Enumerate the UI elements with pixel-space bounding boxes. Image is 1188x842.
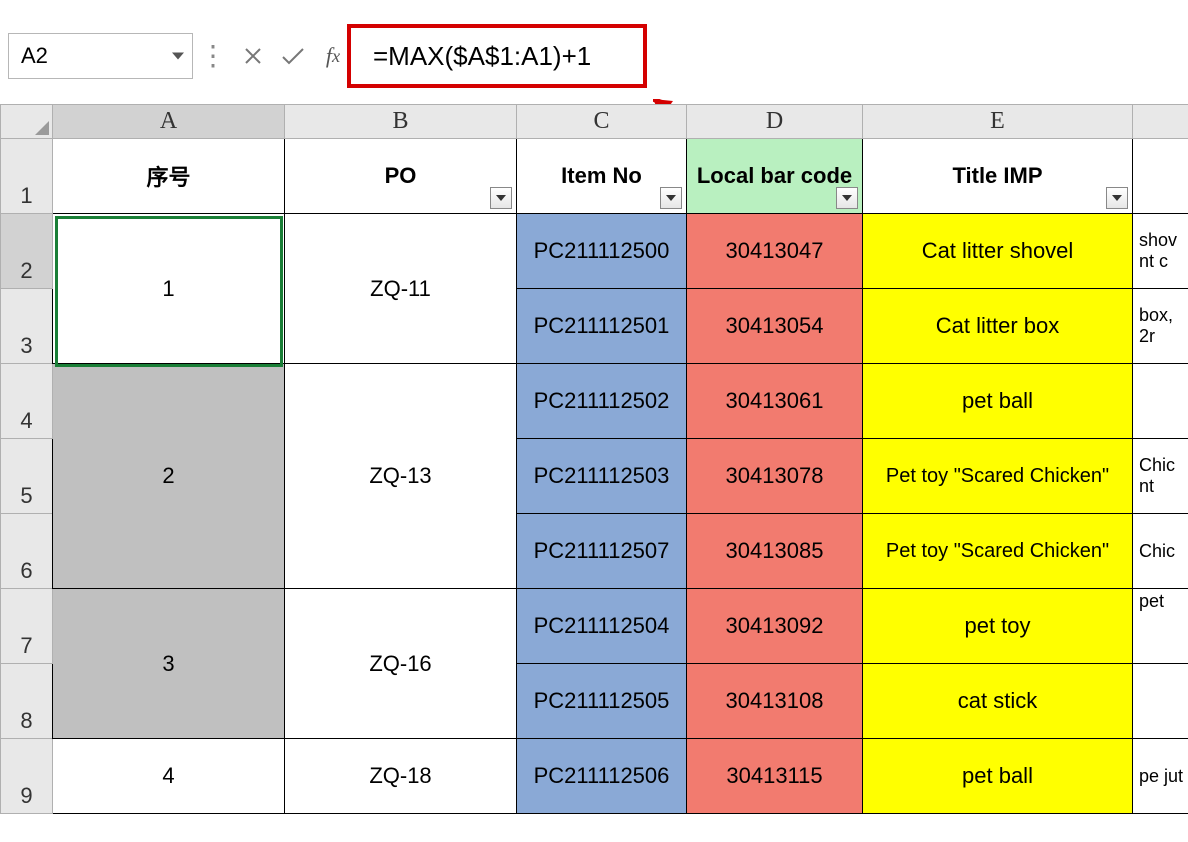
- column-headers: A B C D E: [1, 105, 1188, 139]
- row-header-3[interactable]: 3: [1, 289, 53, 364]
- row-header-4[interactable]: 4: [1, 364, 53, 439]
- col-header-A[interactable]: A: [53, 105, 285, 139]
- cell[interactable]: Chic nt: [1133, 439, 1188, 514]
- accept-formula-button[interactable]: [273, 36, 313, 76]
- cell-title[interactable]: Cat litter box: [863, 289, 1133, 364]
- cell-item[interactable]: PC211112501: [517, 289, 687, 364]
- cell-item[interactable]: PC211112505: [517, 664, 687, 739]
- name-box[interactable]: A2: [8, 33, 193, 79]
- header-po[interactable]: PO: [285, 139, 517, 214]
- row-header-2[interactable]: 2: [1, 214, 53, 289]
- cell-bar[interactable]: 30413108: [687, 664, 863, 739]
- header-title[interactable]: Title IMP: [863, 139, 1133, 214]
- cell[interactable]: box, 2r: [1133, 289, 1188, 364]
- cell[interactable]: pe jut: [1133, 739, 1188, 814]
- cell[interactable]: [1133, 664, 1188, 739]
- cell-title[interactable]: Pet toy "Scared Chicken": [863, 514, 1133, 589]
- col-header-F[interactable]: [1133, 105, 1188, 139]
- header-seq[interactable]: 序号: [53, 139, 285, 214]
- separator-dots: ⋮: [193, 51, 233, 61]
- cell-item[interactable]: PC211112504: [517, 589, 687, 664]
- cell-bar[interactable]: 30413054: [687, 289, 863, 364]
- cell-title[interactable]: pet ball: [863, 364, 1133, 439]
- formula-input[interactable]: [371, 33, 1051, 79]
- chevron-down-icon[interactable]: [172, 53, 184, 60]
- spreadsheet-grid[interactable]: A B C D E 1 序号 PO Item No Local bar code…: [0, 104, 1188, 814]
- header-barcode[interactable]: Local bar code: [687, 139, 863, 214]
- cell[interactable]: pet: [1133, 589, 1188, 664]
- cell-bar[interactable]: 30413078: [687, 439, 863, 514]
- cell-title[interactable]: cat stick: [863, 664, 1133, 739]
- col-header-C[interactable]: C: [517, 105, 687, 139]
- formula-input-wrap: [353, 33, 1180, 79]
- row-header-5[interactable]: 5: [1, 439, 53, 514]
- cell-title[interactable]: Pet toy "Scared Chicken": [863, 439, 1133, 514]
- cell[interactable]: [1133, 364, 1188, 439]
- row-header-8[interactable]: 8: [1, 664, 53, 739]
- cell-bar[interactable]: 30413115: [687, 739, 863, 814]
- filter-button[interactable]: [1106, 187, 1128, 209]
- excel-window: A2 ⋮ fx: [0, 0, 1188, 842]
- cell-title[interactable]: pet toy: [863, 589, 1133, 664]
- chevron-down-icon: [496, 195, 506, 201]
- filter-button[interactable]: [490, 187, 512, 209]
- col-header-B[interactable]: B: [285, 105, 517, 139]
- fx-icon[interactable]: fx: [313, 36, 353, 76]
- chevron-down-icon: [1112, 195, 1122, 201]
- cancel-formula-button[interactable]: [233, 36, 273, 76]
- cell-po[interactable]: ZQ-11: [285, 214, 517, 364]
- cell-title[interactable]: pet ball: [863, 739, 1133, 814]
- col-header-D[interactable]: D: [687, 105, 863, 139]
- chevron-down-icon: [842, 195, 852, 201]
- row-header-7[interactable]: 7: [1, 589, 53, 664]
- cell-po[interactable]: ZQ-18: [285, 739, 517, 814]
- cell[interactable]: Chic: [1133, 514, 1188, 589]
- cell-item[interactable]: PC211112507: [517, 514, 687, 589]
- col-header-E[interactable]: E: [863, 105, 1133, 139]
- cell-bar[interactable]: 30413085: [687, 514, 863, 589]
- cell-po[interactable]: ZQ-13: [285, 364, 517, 589]
- filter-button[interactable]: [660, 187, 682, 209]
- chevron-down-icon: [666, 195, 676, 201]
- filter-button[interactable]: [836, 187, 858, 209]
- cell-bar[interactable]: 30413061: [687, 364, 863, 439]
- cell[interactable]: shov nt c: [1133, 214, 1188, 289]
- cell-seq[interactable]: 4: [53, 739, 285, 814]
- cell-bar[interactable]: 30413047: [687, 214, 863, 289]
- cell-seq[interactable]: 3: [53, 589, 285, 739]
- cell-po[interactable]: ZQ-16: [285, 589, 517, 739]
- header-itemno[interactable]: Item No: [517, 139, 687, 214]
- cell-item[interactable]: PC211112500: [517, 214, 687, 289]
- cell-seq[interactable]: 1: [53, 214, 285, 364]
- cell-seq[interactable]: 2: [53, 364, 285, 589]
- name-box-value: A2: [21, 43, 48, 69]
- cell-item[interactable]: PC211112503: [517, 439, 687, 514]
- row-header-9[interactable]: 9: [1, 739, 53, 814]
- cell-item[interactable]: PC211112502: [517, 364, 687, 439]
- formula-bar: A2 ⋮ fx: [8, 28, 1180, 84]
- cell-item[interactable]: PC211112506: [517, 739, 687, 814]
- cell-title[interactable]: Cat litter shovel: [863, 214, 1133, 289]
- cell-bar[interactable]: 30413092: [687, 589, 863, 664]
- select-all-corner[interactable]: [1, 105, 53, 139]
- row-header-6[interactable]: 6: [1, 514, 53, 589]
- cell[interactable]: [1133, 139, 1188, 214]
- row-header-1[interactable]: 1: [1, 139, 53, 214]
